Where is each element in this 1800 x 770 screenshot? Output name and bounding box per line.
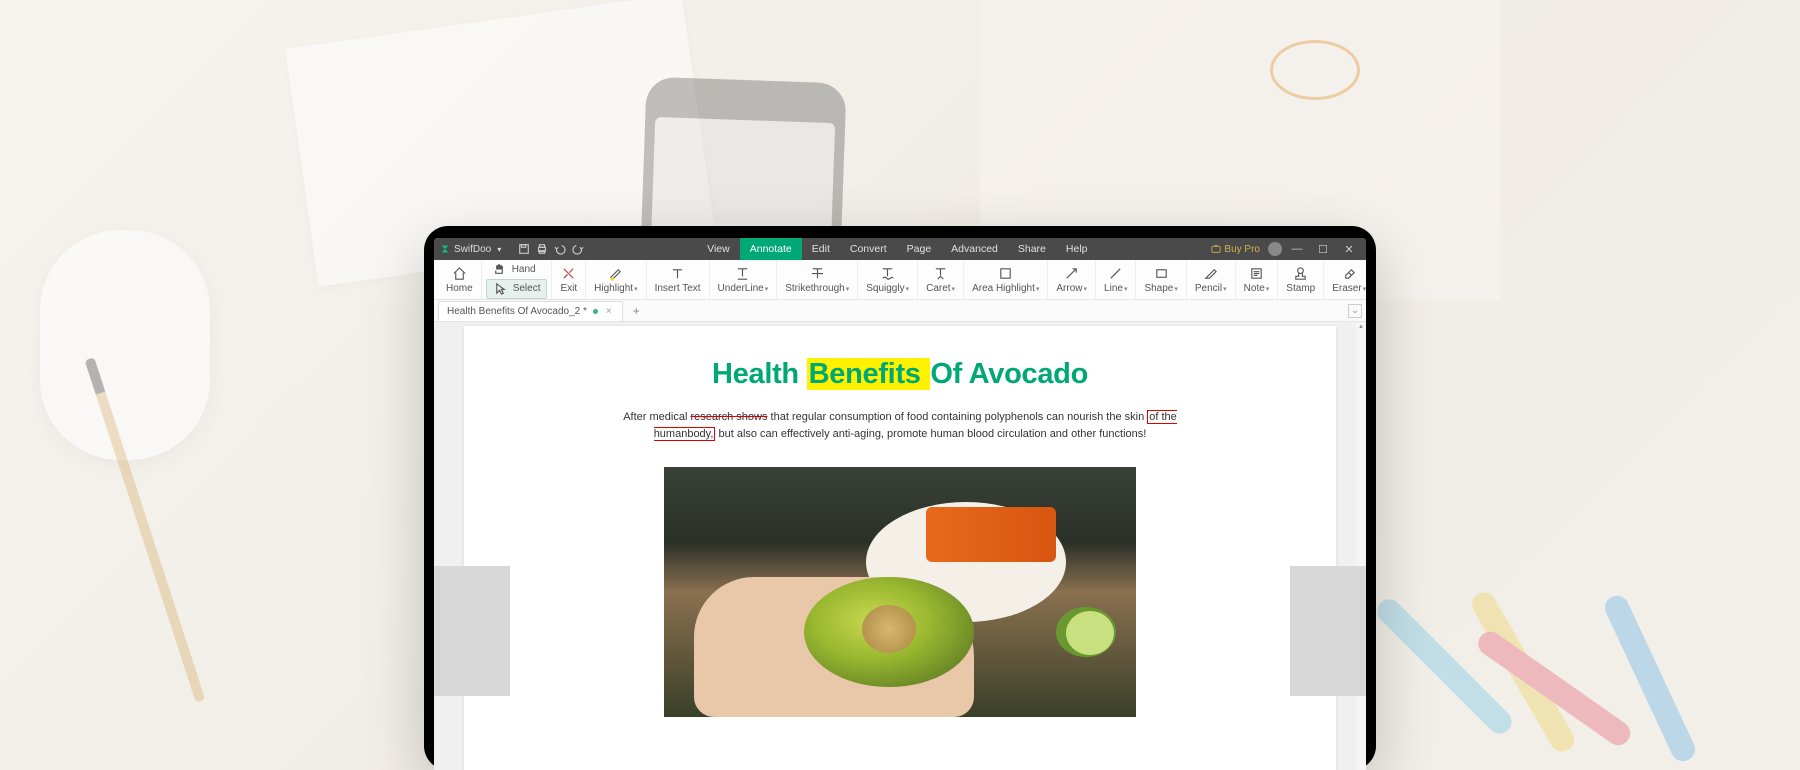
app-window: SwifDoo ▾ View Annotate Edit Convert Pag… xyxy=(434,238,1366,770)
monitor-frame: SwifDoo ▾ View Annotate Edit Convert Pag… xyxy=(424,226,1376,770)
strikethrough-icon xyxy=(809,266,825,282)
menu-share[interactable]: Share xyxy=(1008,238,1056,260)
strikethrough-tool[interactable]: Strikethrough▾ xyxy=(777,260,858,299)
hand-icon xyxy=(492,262,508,278)
strikethrough-text: research shows xyxy=(690,411,767,423)
menu-annotate[interactable]: Annotate xyxy=(740,238,802,260)
highlight-icon xyxy=(608,266,624,282)
arrow-tool[interactable]: Arrow▾ xyxy=(1048,260,1096,299)
app-logo[interactable]: SwifDoo ▾ xyxy=(440,244,501,255)
highlight-tool[interactable]: Highlight▾ xyxy=(586,260,646,299)
close-button[interactable]: ✕ xyxy=(1338,240,1360,258)
cursor-icon xyxy=(493,281,509,297)
buy-pro-label: Buy Pro xyxy=(1224,244,1260,255)
select-tool[interactable]: Select xyxy=(486,279,548,299)
buy-pro-button[interactable]: Buy Pro xyxy=(1207,244,1264,255)
line-tool[interactable]: Line▾ xyxy=(1096,260,1136,299)
document-canvas[interactable]: ▴ › Health Benefits Of Avocado After med… xyxy=(434,322,1366,770)
document-tab[interactable]: Health Benefits Of Avocado_2 * × xyxy=(438,301,623,321)
highlighted-word: Benefits xyxy=(807,358,931,390)
menu-edit[interactable]: Edit xyxy=(802,238,840,260)
new-tab-button[interactable]: + xyxy=(629,304,644,318)
squiggly-tool[interactable]: Squiggly▾ xyxy=(858,260,918,299)
squiggly-icon xyxy=(880,266,896,282)
right-placeholder-box xyxy=(1290,566,1366,696)
document-title: Health Benefits Of Avocado xyxy=(514,358,1286,391)
maximize-button[interactable]: ☐ xyxy=(1312,240,1334,258)
redo-icon[interactable] xyxy=(569,240,587,258)
app-name: SwifDoo xyxy=(454,244,491,255)
stamp-icon xyxy=(1293,266,1309,282)
hand-tool[interactable]: Hand xyxy=(486,261,548,279)
tab-close-icon[interactable]: × xyxy=(606,306,612,317)
note-tool[interactable]: Note▾ xyxy=(1236,260,1279,299)
arrow-icon xyxy=(1064,266,1080,282)
save-icon[interactable] xyxy=(515,240,533,258)
caret-tool[interactable]: Caret▾ xyxy=(918,260,964,299)
eraser-tool[interactable]: Eraser▾ xyxy=(1324,260,1366,299)
titlebar: SwifDoo ▾ View Annotate Edit Convert Pag… xyxy=(434,238,1366,260)
menu-advanced[interactable]: Advanced xyxy=(941,238,1008,260)
home-button[interactable]: Home xyxy=(438,260,482,299)
pencil-tool[interactable]: Pencil▾ xyxy=(1187,260,1236,299)
stamp-tool[interactable]: Stamp xyxy=(1278,260,1324,299)
document-image xyxy=(664,467,1136,717)
eraser-icon xyxy=(1341,266,1357,282)
area-highlight-tool[interactable]: Area Highlight▾ xyxy=(964,260,1048,299)
undo-icon[interactable] xyxy=(551,240,569,258)
menu-help[interactable]: Help xyxy=(1056,238,1098,260)
insert-text-tool[interactable]: Insert Text xyxy=(647,260,710,299)
document-page: Health Benefits Of Avocado After medical… xyxy=(464,326,1336,770)
shape-tool[interactable]: Shape▾ xyxy=(1136,260,1186,299)
text-icon xyxy=(670,266,686,282)
document-tab-bar: Health Benefits Of Avocado_2 * × + ⌄ xyxy=(434,300,1366,322)
collapse-ribbon-button[interactable]: ⌄ xyxy=(1348,304,1362,318)
menu-convert[interactable]: Convert xyxy=(840,238,897,260)
menu-page[interactable]: Page xyxy=(897,238,942,260)
tab-modified-indicator xyxy=(593,309,598,314)
vertical-scrollbar[interactable]: ▴ xyxy=(1356,322,1366,770)
area-highlight-icon xyxy=(998,266,1014,282)
document-paragraph: After medical research shows that regula… xyxy=(620,409,1180,443)
shape-icon xyxy=(1153,266,1169,282)
exit-button[interactable]: Exit xyxy=(552,260,586,299)
pencil-icon xyxy=(1203,266,1219,282)
minimize-button[interactable]: — xyxy=(1286,240,1308,258)
underline-icon xyxy=(735,266,751,282)
left-placeholder-box xyxy=(434,566,510,696)
user-avatar-icon[interactable] xyxy=(1268,242,1282,256)
document-tab-label: Health Benefits Of Avocado_2 * xyxy=(447,306,587,317)
note-icon xyxy=(1248,266,1264,282)
main-menu-bar: View Annotate Edit Convert Page Advanced… xyxy=(587,238,1207,260)
underline-tool[interactable]: UnderLine▾ xyxy=(710,260,778,299)
caret-icon xyxy=(933,266,949,282)
home-icon xyxy=(451,266,467,282)
exit-icon xyxy=(561,266,577,282)
menu-view[interactable]: View xyxy=(697,238,740,260)
ribbon-toolbar: Home Hand Select Exit Highlight▾ Insert … xyxy=(434,260,1366,300)
app-menu-caret[interactable]: ▾ xyxy=(497,245,501,254)
line-icon xyxy=(1108,266,1124,282)
print-icon[interactable] xyxy=(533,240,551,258)
